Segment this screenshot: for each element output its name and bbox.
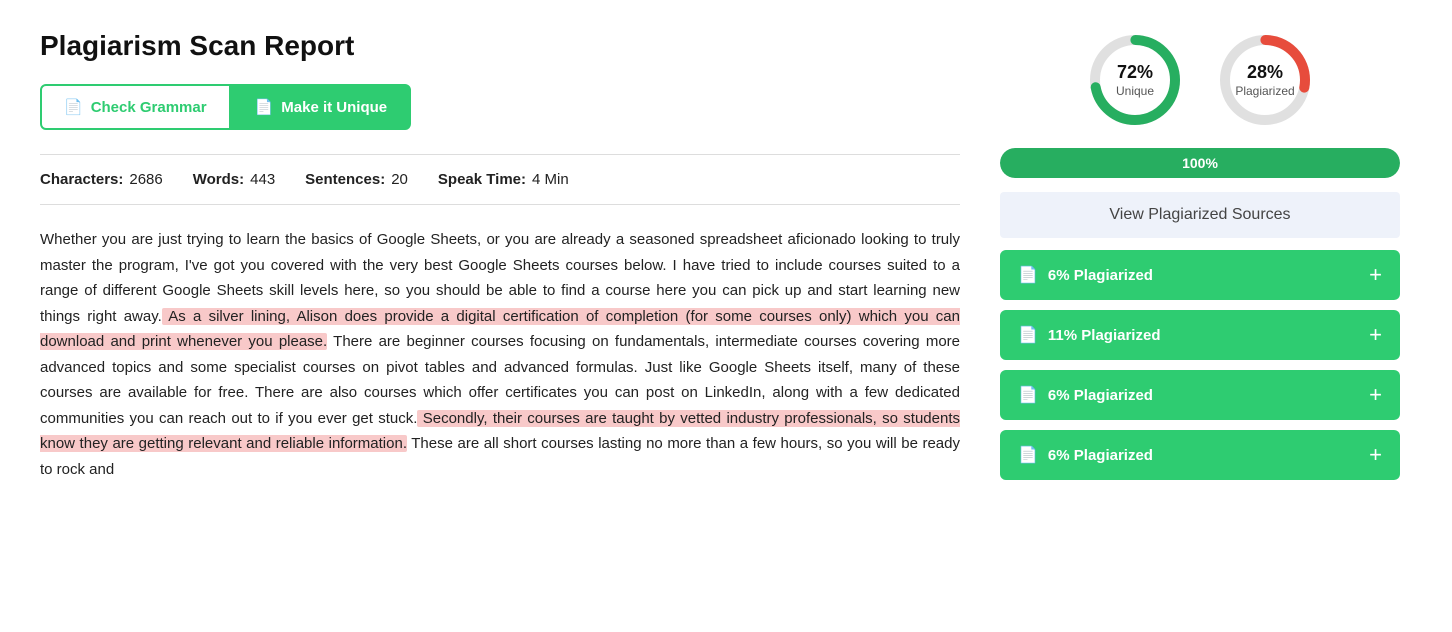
source-item-3[interactable]: 📄 6% Plagiarized + bbox=[1000, 430, 1400, 480]
characters-stat: Characters: 2686 bbox=[40, 171, 163, 188]
plagiarized-chart: 28% Plagiarized bbox=[1215, 30, 1315, 130]
content-text: Whether you are just trying to learn the… bbox=[40, 227, 960, 482]
source-item-2[interactable]: 📄 6% Plagiarized + bbox=[1000, 370, 1400, 420]
words-value: 443 bbox=[250, 171, 275, 188]
source-label-0: 6% Plagiarized bbox=[1048, 267, 1153, 284]
characters-label: Characters: bbox=[40, 171, 123, 188]
source-left-1: 📄 11% Plagiarized bbox=[1018, 325, 1160, 345]
unique-percent: 72% bbox=[1116, 62, 1154, 84]
plagiarized-donut-center: 28% Plagiarized bbox=[1235, 62, 1294, 98]
words-stat: Words: 443 bbox=[193, 171, 275, 188]
source-left-2: 📄 6% Plagiarized bbox=[1018, 385, 1153, 405]
sources-list: 📄 6% Plagiarized + 📄 11% Plagiarized + 📄… bbox=[1000, 250, 1400, 480]
speak-time-value: 4 Min bbox=[532, 171, 569, 188]
unique-label: Unique bbox=[1116, 84, 1154, 98]
characters-value: 2686 bbox=[129, 171, 162, 188]
plus-icon-2: + bbox=[1369, 384, 1382, 406]
doc-icon-1: 📄 bbox=[1018, 325, 1038, 345]
speak-time-label: Speak Time: bbox=[438, 171, 526, 188]
charts-row: 72% Unique 28% Plagiarized bbox=[1000, 30, 1400, 130]
make-unique-label: Make it Unique bbox=[281, 99, 387, 116]
action-buttons: 📄 Check Grammar 📄 Make it Unique bbox=[40, 84, 960, 130]
sentences-label: Sentences: bbox=[305, 171, 385, 188]
plus-icon-0: + bbox=[1369, 264, 1382, 286]
source-label-3: 6% Plagiarized bbox=[1048, 447, 1153, 464]
speak-time-stat: Speak Time: 4 Min bbox=[438, 171, 569, 188]
make-unique-icon: 📄 bbox=[255, 98, 274, 116]
unique-donut-wrap: 72% Unique bbox=[1085, 30, 1185, 130]
plagiarized-label: Plagiarized bbox=[1235, 84, 1294, 98]
progress-bar-wrap: 100% bbox=[1000, 148, 1400, 178]
plus-icon-1: + bbox=[1369, 324, 1382, 346]
doc-icon-3: 📄 bbox=[1018, 445, 1038, 465]
source-label-1: 11% Plagiarized bbox=[1048, 327, 1161, 344]
sentences-stat: Sentences: 20 bbox=[305, 171, 408, 188]
source-label-2: 6% Plagiarized bbox=[1048, 387, 1153, 404]
stats-row: Characters: 2686 Words: 443 Sentences: 2… bbox=[40, 154, 960, 205]
unique-donut-center: 72% Unique bbox=[1116, 62, 1154, 98]
source-left-0: 📄 6% Plagiarized bbox=[1018, 265, 1153, 285]
page-title: Plagiarism Scan Report bbox=[40, 30, 960, 62]
progress-bar-fill: 100% bbox=[1000, 148, 1400, 178]
unique-chart: 72% Unique bbox=[1085, 30, 1185, 130]
source-item-1[interactable]: 📄 11% Plagiarized + bbox=[1000, 310, 1400, 360]
check-grammar-icon: 📄 bbox=[64, 98, 83, 116]
progress-bar-label: 100% bbox=[1182, 155, 1218, 171]
right-panel: 72% Unique 28% Plagiarized bbox=[1000, 30, 1400, 490]
plus-icon-3: + bbox=[1369, 444, 1382, 466]
check-grammar-button[interactable]: 📄 Check Grammar bbox=[40, 84, 231, 130]
view-plagiarized-sources-button[interactable]: View Plagiarized Sources bbox=[1000, 192, 1400, 238]
source-item-0[interactable]: 📄 6% Plagiarized + bbox=[1000, 250, 1400, 300]
doc-icon-2: 📄 bbox=[1018, 385, 1038, 405]
doc-icon-0: 📄 bbox=[1018, 265, 1038, 285]
check-grammar-label: Check Grammar bbox=[91, 99, 207, 116]
plagiarized-percent: 28% bbox=[1235, 62, 1294, 84]
words-label: Words: bbox=[193, 171, 244, 188]
make-unique-button[interactable]: 📄 Make it Unique bbox=[231, 84, 412, 130]
sentences-value: 20 bbox=[391, 171, 408, 188]
source-left-3: 📄 6% Plagiarized bbox=[1018, 445, 1153, 465]
plagiarized-donut-wrap: 28% Plagiarized bbox=[1215, 30, 1315, 130]
